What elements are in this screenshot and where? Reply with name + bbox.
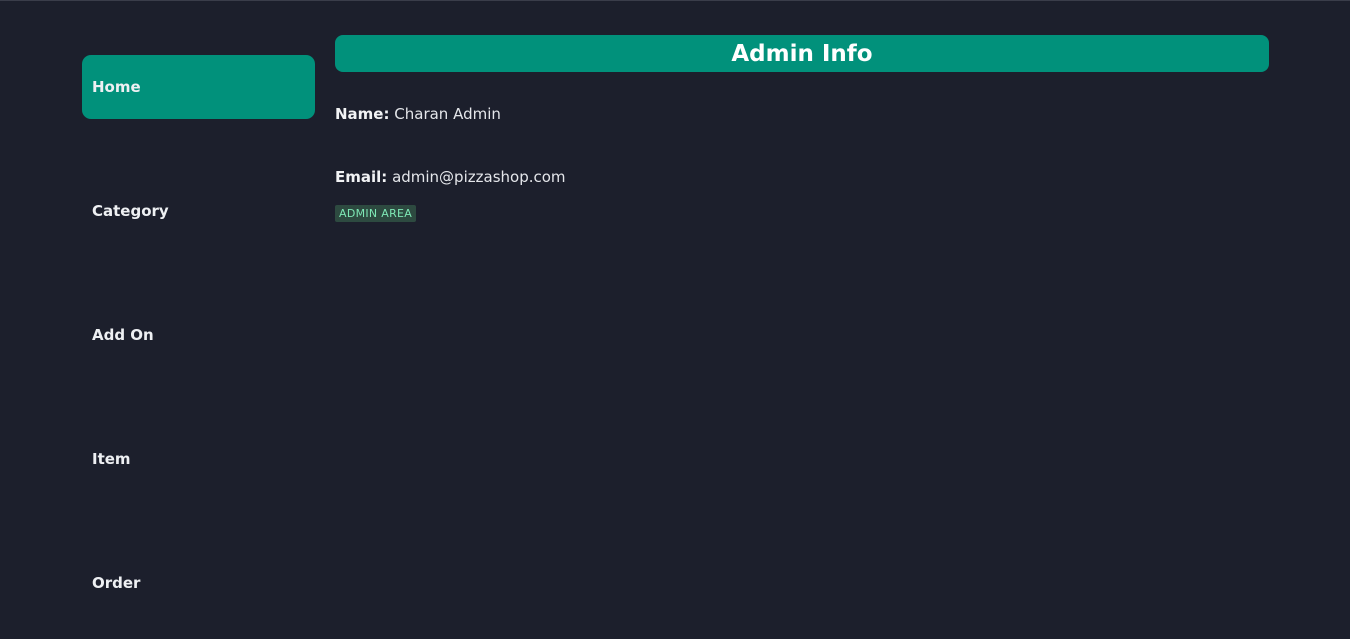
sidebar-item-label: Home — [92, 78, 141, 96]
sidebar-nav: Home Category Add On Item Order — [82, 55, 315, 615]
sidebar-item-item[interactable]: Item — [82, 427, 315, 491]
name-value: Charan Admin — [394, 105, 501, 123]
name-label: Name: — [335, 105, 390, 123]
main-content: Admin Info Name: Charan Admin Email: adm… — [335, 35, 1269, 222]
sidebar-item-category[interactable]: Category — [82, 179, 315, 243]
admin-area-badge: ADMIN AREA — [335, 205, 417, 222]
admin-name-row: Name: Charan Admin — [335, 105, 1269, 123]
sidebar-item-label: Order — [92, 574, 141, 592]
sidebar-item-order[interactable]: Order — [82, 551, 315, 615]
sidebar-item-home[interactable]: Home — [82, 55, 315, 119]
window-top-border — [0, 0, 1350, 1]
sidebar-item-label: Add On — [92, 326, 154, 344]
admin-email-row: Email: admin@pizzashop.com — [335, 168, 1269, 186]
sidebar-item-label: Item — [92, 450, 131, 468]
sidebar-item-label: Category — [92, 202, 169, 220]
email-value: admin@pizzashop.com — [392, 168, 566, 186]
email-label: Email: — [335, 168, 388, 186]
sidebar-item-add-on[interactable]: Add On — [82, 303, 315, 367]
page-title: Admin Info — [335, 35, 1269, 72]
